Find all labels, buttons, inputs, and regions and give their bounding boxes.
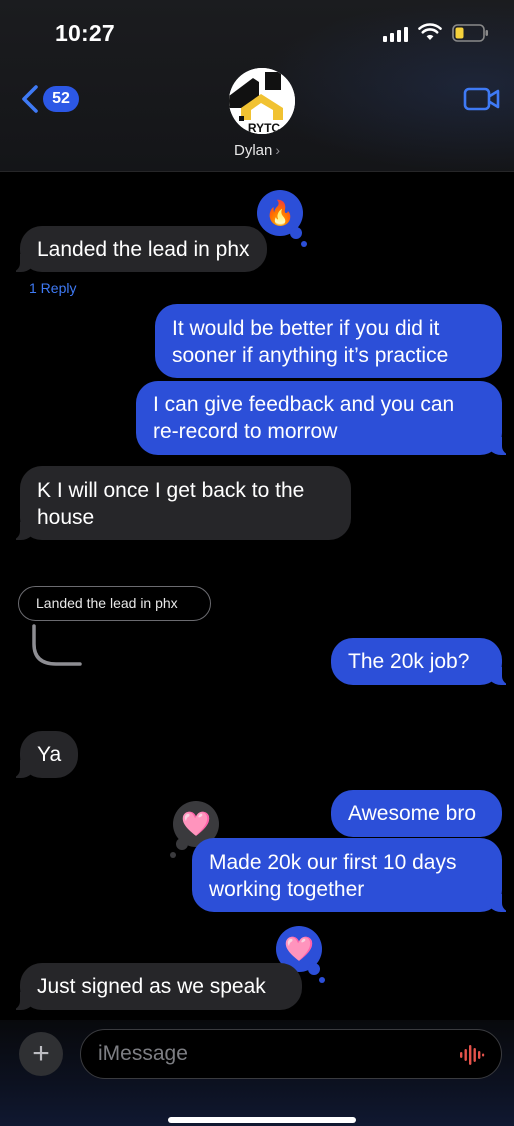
reaction-tail-dot-small [170,852,176,858]
message-bubble-sent[interactable]: The 20k job? [331,638,511,685]
message-bubble-sent[interactable]: Awesome bro [331,790,502,837]
back-chevron-icon[interactable] [20,84,40,114]
thread-replies-link[interactable]: 1 Reply [29,280,76,296]
video-camera-icon[interactable] [463,86,501,112]
contact-name-label[interactable]: Dylan [234,142,272,159]
message-bubble-received[interactable]: Just signed as we speak [11,963,302,1010]
reaction-tail-dot-small [301,241,307,247]
back-unread-badge[interactable]: 52 [43,86,79,112]
imessage-input[interactable]: iMessage [80,1029,502,1079]
reaction-tail-dot [176,838,188,850]
home-indicator[interactable] [168,1117,356,1123]
status-time: 10:27 [55,20,115,46]
status-bar: 10:27 [0,0,514,62]
reaction-tail-dot [290,227,302,239]
cellular-signal-icon [383,26,408,42]
apps-plus-button[interactable]: + [19,1032,63,1076]
message-bubble-sent[interactable]: Made 20k our first 10 days working toget… [192,838,511,912]
message-bubble-received[interactable]: Landed the lead in phx [11,226,267,272]
contact-chevron-icon: › [275,142,281,158]
reaction-tail-dot-small [319,977,325,983]
quoted-reply-preview[interactable]: Landed the lead in phx [18,586,211,621]
imessage-placeholder: iMessage [98,1042,188,1065]
reply-connector-line [32,624,82,666]
message-bubble-sent[interactable]: I can give feedback and you can re-recor… [136,381,511,455]
message-bubble-received[interactable]: K I will once I get back to the house [11,466,351,540]
contact-name[interactable]: Dylan › [0,142,514,159]
reaction-tail-dot [308,963,320,975]
message-bubble-received[interactable]: Ya [11,731,78,778]
audio-message-icon[interactable] [459,1044,485,1066]
message-bubble-sent[interactable]: It would be better if you did it sooner … [155,304,502,378]
battery-icon [452,24,488,42]
wifi-icon [418,23,442,40]
contact-avatar[interactable]: RYTC [229,68,295,134]
company-logo: RYTC [229,68,295,134]
